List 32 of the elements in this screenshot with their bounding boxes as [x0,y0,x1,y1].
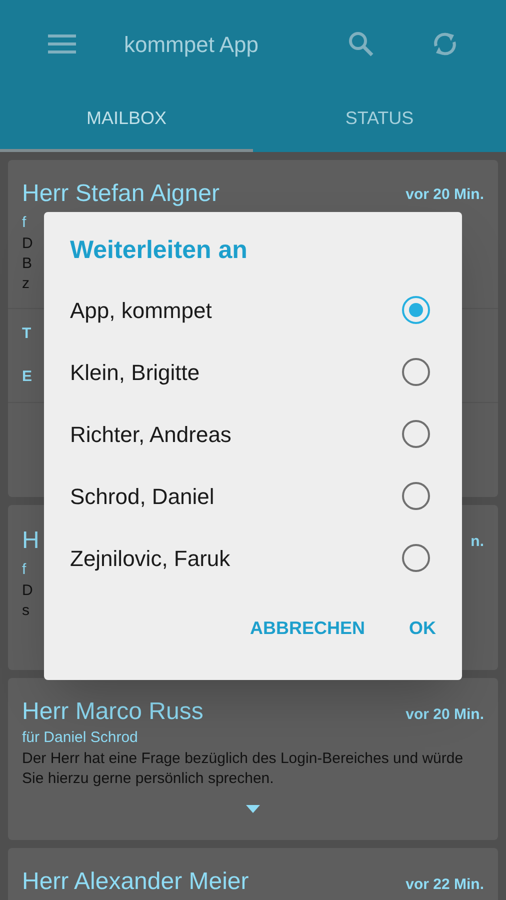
text-fragment: T [22,324,32,344]
recipient-label: für Daniel Schrod [22,728,139,748]
radio-button[interactable] [402,296,430,324]
sender-name: Herr Marco Russ [22,698,204,726]
sender-name: H [22,526,40,556]
text-fragment: B [22,254,32,274]
text-fragment: f [22,560,26,580]
radio-button[interactable] [402,358,430,386]
time-label: n. [470,532,484,552]
option-label[interactable]: Richter, Andreas [70,418,232,450]
text-fragment: E [22,366,32,386]
sender-name: Herr Alexander Meier [22,868,249,896]
radio-button[interactable] [402,482,430,510]
option-label[interactable]: App, kommpet [70,294,212,326]
expand-caret-icon[interactable] [246,804,260,812]
text-fragment: f [22,213,26,233]
time-label: vor 22 Min. [406,875,484,895]
option-label[interactable]: Schrod, Daniel [70,480,214,512]
sender-name: Herr Stefan Aigner [22,179,220,209]
text-fragment: D [22,234,33,254]
option-label[interactable]: Klein, Brigitte [70,356,200,388]
time-label: vor 20 Min. [406,185,484,205]
time-label: vor 20 Min. [406,705,484,725]
text-fragment: D [22,581,33,601]
radio-button[interactable] [402,420,430,448]
radio-button[interactable] [402,544,430,572]
app-title: kommpet App [124,30,260,59]
message-text: Der Herr hat eine Frage bezüglich des Login-Bereiches und würde Sie hierzu gerne persönlich sprechen. [22,748,464,788]
option-label[interactable]: Zejnilovic, Faruk [70,542,230,574]
dialog-title: Weiterleiten an [70,235,248,266]
text-fragment: z [22,274,30,294]
text-fragment: s [22,601,30,621]
